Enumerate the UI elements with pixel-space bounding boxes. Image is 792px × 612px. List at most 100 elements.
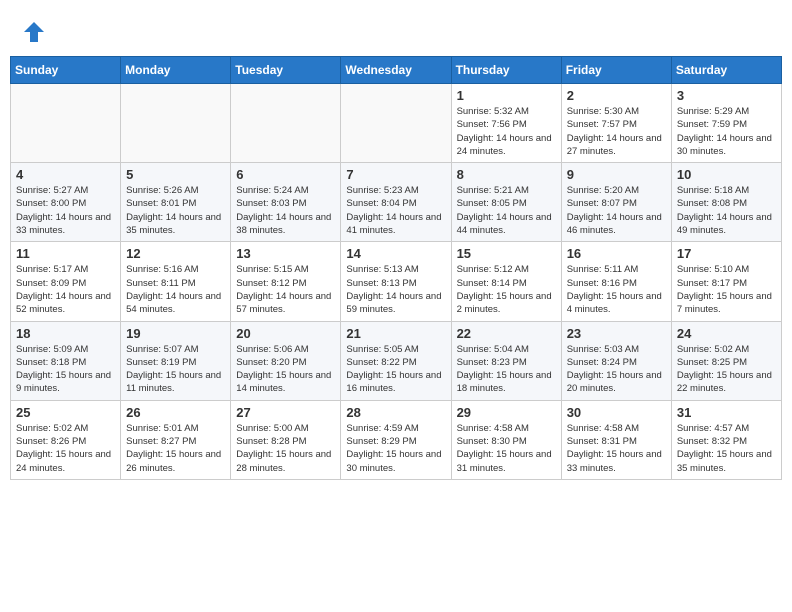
calendar-cell: 10Sunrise: 5:18 AM Sunset: 8:08 PM Dayli…: [671, 163, 781, 242]
weekday-header-saturday: Saturday: [671, 57, 781, 84]
calendar-cell: 23Sunrise: 5:03 AM Sunset: 8:24 PM Dayli…: [561, 321, 671, 400]
logo-icon: [20, 18, 48, 46]
calendar-cell: 6 Sunrise: 5:24 AM Sunset: 8:03 PM Daylig…: [231, 163, 341, 242]
calendar-cell: 2 Sunrise: 5:30 AM Sunset: 7:57 PM Daylig…: [561, 84, 671, 163]
calendar-cell: 18 Sunrise: 5:09 AM Sunset: 8:18 PM Dayli…: [11, 321, 121, 400]
day-number: 3: [677, 88, 776, 103]
day-number: 26: [126, 405, 225, 420]
calendar-cell: [11, 84, 121, 163]
day-info: Sunrise: 5:11 AM Sunset: 8:16 PM Dayligh…: [567, 263, 666, 316]
calendar-cell: 15 Sunrise: 5:12 AM Sunset: 8:14 PM Dayli…: [451, 242, 561, 321]
day-number: 28: [346, 405, 445, 420]
calendar-cell: 14Sunrise: 5:13 AM Sunset: 8:13 PM Dayli…: [341, 242, 451, 321]
day-number: 24: [677, 326, 776, 341]
day-info: Sunrise: 5:09 AM Sunset: 8:18 PM Dayligh…: [16, 343, 115, 396]
calendar-cell: 16 Sunrise: 5:11 AM Sunset: 8:16 PM Dayli…: [561, 242, 671, 321]
logo: [20, 18, 52, 46]
day-info: Sunrise: 5:27 AM Sunset: 8:00 PM Dayligh…: [16, 184, 115, 237]
day-number: 6: [236, 167, 335, 182]
day-number: 4: [16, 167, 115, 182]
day-info: Sunrise: 4:58 AM Sunset: 8:30 PM Dayligh…: [457, 422, 556, 475]
calendar-cell: 19Sunrise: 5:07 AM Sunset: 8:19 PM Dayli…: [121, 321, 231, 400]
day-info: Sunrise: 5:13 AM Sunset: 8:13 PM Dayligh…: [346, 263, 445, 316]
day-info: Sunrise: 4:57 AM Sunset: 8:32 PM Dayligh…: [677, 422, 776, 475]
calendar-table: SundayMondayTuesdayWednesdayThursdayFrid…: [10, 56, 782, 480]
day-number: 16: [567, 246, 666, 261]
day-info: Sunrise: 5:05 AM Sunset: 8:22 PM Dayligh…: [346, 343, 445, 396]
calendar-cell: 21 Sunrise: 5:05 AM Sunset: 8:22 PM Dayli…: [341, 321, 451, 400]
day-info: Sunrise: 5:26 AM Sunset: 8:01 PM Dayligh…: [126, 184, 225, 237]
calendar-cell: 4 Sunrise: 5:27 AM Sunset: 8:00 PM Daylig…: [11, 163, 121, 242]
calendar-cell: 22Sunrise: 5:04 AM Sunset: 8:23 PM Dayli…: [451, 321, 561, 400]
day-number: 2: [567, 88, 666, 103]
calendar-cell: 7 Sunrise: 5:23 AM Sunset: 8:04 PM Daylig…: [341, 163, 451, 242]
day-info: Sunrise: 5:00 AM Sunset: 8:28 PM Dayligh…: [236, 422, 335, 475]
calendar-week-row: 1Sunrise: 5:32 AM Sunset: 7:56 PM Daylig…: [11, 84, 782, 163]
calendar-cell: 8 Sunrise: 5:21 AM Sunset: 8:05 PM Daylig…: [451, 163, 561, 242]
day-info: Sunrise: 5:06 AM Sunset: 8:20 PM Dayligh…: [236, 343, 335, 396]
day-info: Sunrise: 5:12 AM Sunset: 8:14 PM Dayligh…: [457, 263, 556, 316]
day-number: 9: [567, 167, 666, 182]
calendar-header-row: SundayMondayTuesdayWednesdayThursdayFrid…: [11, 57, 782, 84]
day-info: Sunrise: 4:58 AM Sunset: 8:31 PM Dayligh…: [567, 422, 666, 475]
day-number: 27: [236, 405, 335, 420]
day-number: 31: [677, 405, 776, 420]
day-info: Sunrise: 5:23 AM Sunset: 8:04 PM Dayligh…: [346, 184, 445, 237]
weekday-header-thursday: Thursday: [451, 57, 561, 84]
calendar-cell: 20 Sunrise: 5:06 AM Sunset: 8:20 PM Dayli…: [231, 321, 341, 400]
day-number: 13: [236, 246, 335, 261]
calendar-cell: 31 Sunrise: 4:57 AM Sunset: 8:32 PM Dayli…: [671, 400, 781, 479]
day-number: 11: [16, 246, 115, 261]
day-info: Sunrise: 5:07 AM Sunset: 8:19 PM Dayligh…: [126, 343, 225, 396]
calendar-cell: [341, 84, 451, 163]
calendar-week-row: 11 Sunrise: 5:17 AM Sunset: 8:09 PM Dayli…: [11, 242, 782, 321]
day-number: 21: [346, 326, 445, 341]
weekday-header-monday: Monday: [121, 57, 231, 84]
day-info: Sunrise: 4:59 AM Sunset: 8:29 PM Dayligh…: [346, 422, 445, 475]
day-number: 10: [677, 167, 776, 182]
page-header: [10, 10, 782, 50]
calendar-cell: 27 Sunrise: 5:00 AM Sunset: 8:28 PM Dayli…: [231, 400, 341, 479]
day-info: Sunrise: 5:02 AM Sunset: 8:25 PM Dayligh…: [677, 343, 776, 396]
calendar-cell: 30 Sunrise: 4:58 AM Sunset: 8:31 PM Dayli…: [561, 400, 671, 479]
calendar-cell: [121, 84, 231, 163]
day-info: Sunrise: 5:20 AM Sunset: 8:07 PM Dayligh…: [567, 184, 666, 237]
day-number: 20: [236, 326, 335, 341]
calendar-cell: 28 Sunrise: 4:59 AM Sunset: 8:29 PM Dayli…: [341, 400, 451, 479]
day-info: Sunrise: 5:17 AM Sunset: 8:09 PM Dayligh…: [16, 263, 115, 316]
day-number: 8: [457, 167, 556, 182]
day-info: Sunrise: 5:01 AM Sunset: 8:27 PM Dayligh…: [126, 422, 225, 475]
day-info: Sunrise: 5:04 AM Sunset: 8:23 PM Dayligh…: [457, 343, 556, 396]
calendar-cell: 17 Sunrise: 5:10 AM Sunset: 8:17 PM Dayli…: [671, 242, 781, 321]
day-info: Sunrise: 5:29 AM Sunset: 7:59 PM Dayligh…: [677, 105, 776, 158]
calendar-cell: 9 Sunrise: 5:20 AM Sunset: 8:07 PM Daylig…: [561, 163, 671, 242]
day-info: Sunrise: 5:32 AM Sunset: 7:56 PM Dayligh…: [457, 105, 556, 158]
day-number: 17: [677, 246, 776, 261]
calendar-cell: [231, 84, 341, 163]
weekday-header-wednesday: Wednesday: [341, 57, 451, 84]
calendar-week-row: 25Sunrise: 5:02 AM Sunset: 8:26 PM Dayli…: [11, 400, 782, 479]
calendar-cell: 11 Sunrise: 5:17 AM Sunset: 8:09 PM Dayli…: [11, 242, 121, 321]
day-number: 23: [567, 326, 666, 341]
calendar-cell: 24 Sunrise: 5:02 AM Sunset: 8:25 PM Dayli…: [671, 321, 781, 400]
weekday-header-sunday: Sunday: [11, 57, 121, 84]
day-number: 18: [16, 326, 115, 341]
day-number: 15: [457, 246, 556, 261]
calendar-cell: 1Sunrise: 5:32 AM Sunset: 7:56 PM Daylig…: [451, 84, 561, 163]
day-info: Sunrise: 5:10 AM Sunset: 8:17 PM Dayligh…: [677, 263, 776, 316]
calendar-cell: 12 Sunrise: 5:16 AM Sunset: 8:11 PM Dayli…: [121, 242, 231, 321]
day-info: Sunrise: 5:30 AM Sunset: 7:57 PM Dayligh…: [567, 105, 666, 158]
day-number: 5: [126, 167, 225, 182]
day-number: 7: [346, 167, 445, 182]
day-number: 12: [126, 246, 225, 261]
calendar-week-row: 4 Sunrise: 5:27 AM Sunset: 8:00 PM Daylig…: [11, 163, 782, 242]
day-info: Sunrise: 5:15 AM Sunset: 8:12 PM Dayligh…: [236, 263, 335, 316]
calendar-cell: 29Sunrise: 4:58 AM Sunset: 8:30 PM Dayli…: [451, 400, 561, 479]
day-info: Sunrise: 5:16 AM Sunset: 8:11 PM Dayligh…: [126, 263, 225, 316]
calendar-week-row: 18 Sunrise: 5:09 AM Sunset: 8:18 PM Dayli…: [11, 321, 782, 400]
day-info: Sunrise: 5:21 AM Sunset: 8:05 PM Dayligh…: [457, 184, 556, 237]
day-number: 30: [567, 405, 666, 420]
calendar-cell: 25Sunrise: 5:02 AM Sunset: 8:26 PM Dayli…: [11, 400, 121, 479]
day-info: Sunrise: 5:02 AM Sunset: 8:26 PM Dayligh…: [16, 422, 115, 475]
day-info: Sunrise: 5:24 AM Sunset: 8:03 PM Dayligh…: [236, 184, 335, 237]
